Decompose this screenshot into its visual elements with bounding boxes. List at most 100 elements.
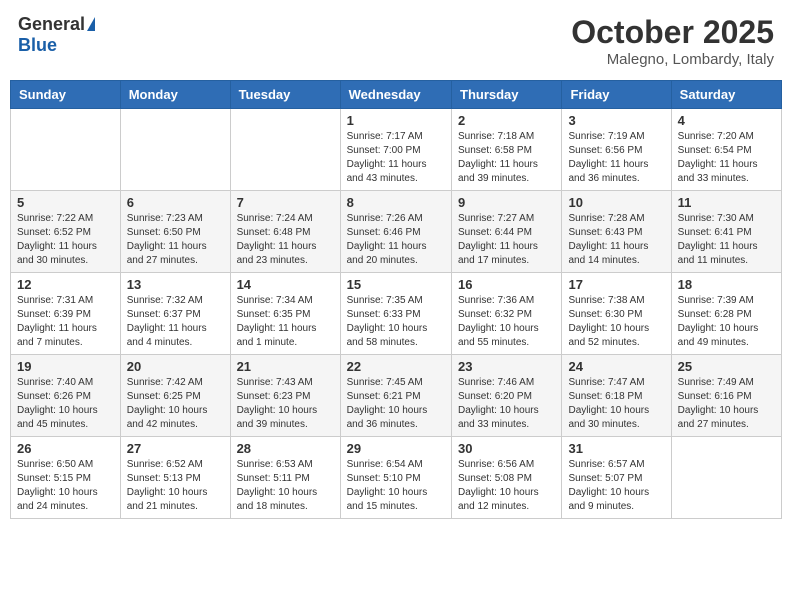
day-info: Sunrise: 7:17 AM Sunset: 7:00 PM Dayligh… [347,130,445,186]
day-info: Sunrise: 6:56 AM Sunset: 5:08 PM Dayligh… [458,458,555,514]
column-header-tuesday: Tuesday [230,81,340,109]
day-info: Sunrise: 6:54 AM Sunset: 5:10 PM Dayligh… [347,458,445,514]
day-info: Sunrise: 7:32 AM Sunset: 6:37 PM Dayligh… [127,294,224,350]
calendar-cell: 13 Sunrise: 7:32 AM Sunset: 6:37 PM Dayli… [120,273,230,355]
day-info: Sunrise: 7:28 AM Sunset: 6:43 PM Dayligh… [568,212,664,268]
calendar-cell: 24 Sunrise: 7:47 AM Sunset: 6:18 PM Dayli… [562,355,671,437]
calendar-cell: 3Sunrise: 7:19 AM Sunset: 6:56 PM Daylig… [562,109,671,191]
calendar-table: SundayMondayTuesdayWednesdayThursdayFrid… [10,80,782,519]
day-number: 23 [458,359,555,374]
calendar-header-row: SundayMondayTuesdayWednesdayThursdayFrid… [11,81,782,109]
calendar-cell: 14 Sunrise: 7:34 AM Sunset: 6:35 PM Dayli… [230,273,340,355]
day-info: Sunrise: 7:40 AM Sunset: 6:26 PM Dayligh… [17,376,114,432]
month-title: October 2025 [571,14,774,51]
day-info: Sunrise: 7:42 AM Sunset: 6:25 PM Dayligh… [127,376,224,432]
day-info: Sunrise: 7:46 AM Sunset: 6:20 PM Dayligh… [458,376,555,432]
day-number: 10 [568,195,664,210]
calendar-cell: 26 Sunrise: 6:50 AM Sunset: 5:15 PM Dayli… [11,437,121,519]
column-header-saturday: Saturday [671,81,781,109]
day-number: 22 [347,359,445,374]
day-info: Sunrise: 7:36 AM Sunset: 6:32 PM Dayligh… [458,294,555,350]
day-info: Sunrise: 7:45 AM Sunset: 6:21 PM Dayligh… [347,376,445,432]
calendar-cell: 11Sunrise: 7:30 AM Sunset: 6:41 PM Dayli… [671,191,781,273]
day-number: 9 [458,195,555,210]
day-number: 28 [237,441,334,456]
day-number: 14 [237,277,334,292]
day-info: Sunrise: 7:49 AM Sunset: 6:16 PM Dayligh… [678,376,775,432]
calendar-cell: 7Sunrise: 7:24 AM Sunset: 6:48 PM Daylig… [230,191,340,273]
calendar-cell: 30 Sunrise: 6:56 AM Sunset: 5:08 PM Dayli… [452,437,562,519]
day-number: 4 [678,113,775,128]
calendar-cell: 20 Sunrise: 7:42 AM Sunset: 6:25 PM Dayli… [120,355,230,437]
day-number: 11 [678,195,775,210]
day-number: 27 [127,441,224,456]
calendar-cell: 1 Sunrise: 7:17 AM Sunset: 7:00 PM Daylig… [340,109,451,191]
calendar-week-row: 5Sunrise: 7:22 AM Sunset: 6:52 PM Daylig… [11,191,782,273]
day-number: 20 [127,359,224,374]
day-number: 16 [458,277,555,292]
logo-blue-text: Blue [18,35,57,56]
day-info: Sunrise: 7:26 AM Sunset: 6:46 PM Dayligh… [347,212,445,268]
day-info: Sunrise: 6:50 AM Sunset: 5:15 PM Dayligh… [17,458,114,514]
day-info: Sunrise: 7:24 AM Sunset: 6:48 PM Dayligh… [237,212,334,268]
column-header-wednesday: Wednesday [340,81,451,109]
day-info: Sunrise: 7:43 AM Sunset: 6:23 PM Dayligh… [237,376,334,432]
day-info: Sunrise: 7:31 AM Sunset: 6:39 PM Dayligh… [17,294,114,350]
calendar-cell: 10 Sunrise: 7:28 AM Sunset: 6:43 PM Dayli… [562,191,671,273]
day-number: 15 [347,277,445,292]
calendar-cell: 23 Sunrise: 7:46 AM Sunset: 6:20 PM Dayli… [452,355,562,437]
day-number: 18 [678,277,775,292]
calendar-cell: 28 Sunrise: 6:53 AM Sunset: 5:11 PM Dayli… [230,437,340,519]
day-info: Sunrise: 7:34 AM Sunset: 6:35 PM Dayligh… [237,294,334,350]
calendar-week-row: 12 Sunrise: 7:31 AM Sunset: 6:39 PM Dayli… [11,273,782,355]
calendar-cell [11,109,121,191]
day-number: 2 [458,113,555,128]
logo-general-text: General [18,14,85,35]
day-number: 30 [458,441,555,456]
day-number: 3 [568,113,664,128]
day-number: 29 [347,441,445,456]
calendar-cell: 22 Sunrise: 7:45 AM Sunset: 6:21 PM Dayli… [340,355,451,437]
calendar-cell: 2 Sunrise: 7:18 AM Sunset: 6:58 PM Daylig… [452,109,562,191]
day-number: 17 [568,277,664,292]
day-number: 1 [347,113,445,128]
day-number: 8 [347,195,445,210]
calendar-cell: 29 Sunrise: 6:54 AM Sunset: 5:10 PM Dayli… [340,437,451,519]
day-info: Sunrise: 7:27 AM Sunset: 6:44 PM Dayligh… [458,212,555,268]
day-number: 5 [17,195,114,210]
day-info: Sunrise: 7:38 AM Sunset: 6:30 PM Dayligh… [568,294,664,350]
calendar-cell: 6Sunrise: 7:23 AM Sunset: 6:50 PM Daylig… [120,191,230,273]
day-number: 25 [678,359,775,374]
location-text: Malegno, Lombardy, Italy [571,51,774,68]
calendar-cell: 25 Sunrise: 7:49 AM Sunset: 6:16 PM Dayli… [671,355,781,437]
day-info: Sunrise: 7:23 AM Sunset: 6:50 PM Dayligh… [127,212,224,268]
calendar-cell: 12 Sunrise: 7:31 AM Sunset: 6:39 PM Dayli… [11,273,121,355]
column-header-monday: Monday [120,81,230,109]
day-info: Sunrise: 6:57 AM Sunset: 5:07 PM Dayligh… [568,458,664,514]
calendar-week-row: 19Sunrise: 7:40 AM Sunset: 6:26 PM Dayli… [11,355,782,437]
calendar-cell [120,109,230,191]
day-info: Sunrise: 7:18 AM Sunset: 6:58 PM Dayligh… [458,130,555,186]
day-info: Sunrise: 7:35 AM Sunset: 6:33 PM Dayligh… [347,294,445,350]
page-header: General Blue October 2025 Malegno, Lomba… [10,10,782,72]
calendar-cell: 18 Sunrise: 7:39 AM Sunset: 6:28 PM Dayli… [671,273,781,355]
calendar-week-row: 26 Sunrise: 6:50 AM Sunset: 5:15 PM Dayli… [11,437,782,519]
day-number: 21 [237,359,334,374]
day-number: 24 [568,359,664,374]
day-info: Sunrise: 7:47 AM Sunset: 6:18 PM Dayligh… [568,376,664,432]
calendar-week-row: 1 Sunrise: 7:17 AM Sunset: 7:00 PM Daylig… [11,109,782,191]
day-number: 13 [127,277,224,292]
day-number: 12 [17,277,114,292]
calendar-cell: 31Sunrise: 6:57 AM Sunset: 5:07 PM Dayli… [562,437,671,519]
calendar-cell: 19Sunrise: 7:40 AM Sunset: 6:26 PM Dayli… [11,355,121,437]
day-info: Sunrise: 6:53 AM Sunset: 5:11 PM Dayligh… [237,458,334,514]
calendar-cell: 17 Sunrise: 7:38 AM Sunset: 6:30 PM Dayli… [562,273,671,355]
calendar-cell: 21 Sunrise: 7:43 AM Sunset: 6:23 PM Dayli… [230,355,340,437]
day-info: Sunrise: 7:39 AM Sunset: 6:28 PM Dayligh… [678,294,775,350]
calendar-cell: 8 Sunrise: 7:26 AM Sunset: 6:46 PM Daylig… [340,191,451,273]
calendar-cell: 4Sunrise: 7:20 AM Sunset: 6:54 PM Daylig… [671,109,781,191]
calendar-cell [230,109,340,191]
calendar-cell: 5Sunrise: 7:22 AM Sunset: 6:52 PM Daylig… [11,191,121,273]
logo: General Blue [18,14,95,56]
day-number: 26 [17,441,114,456]
